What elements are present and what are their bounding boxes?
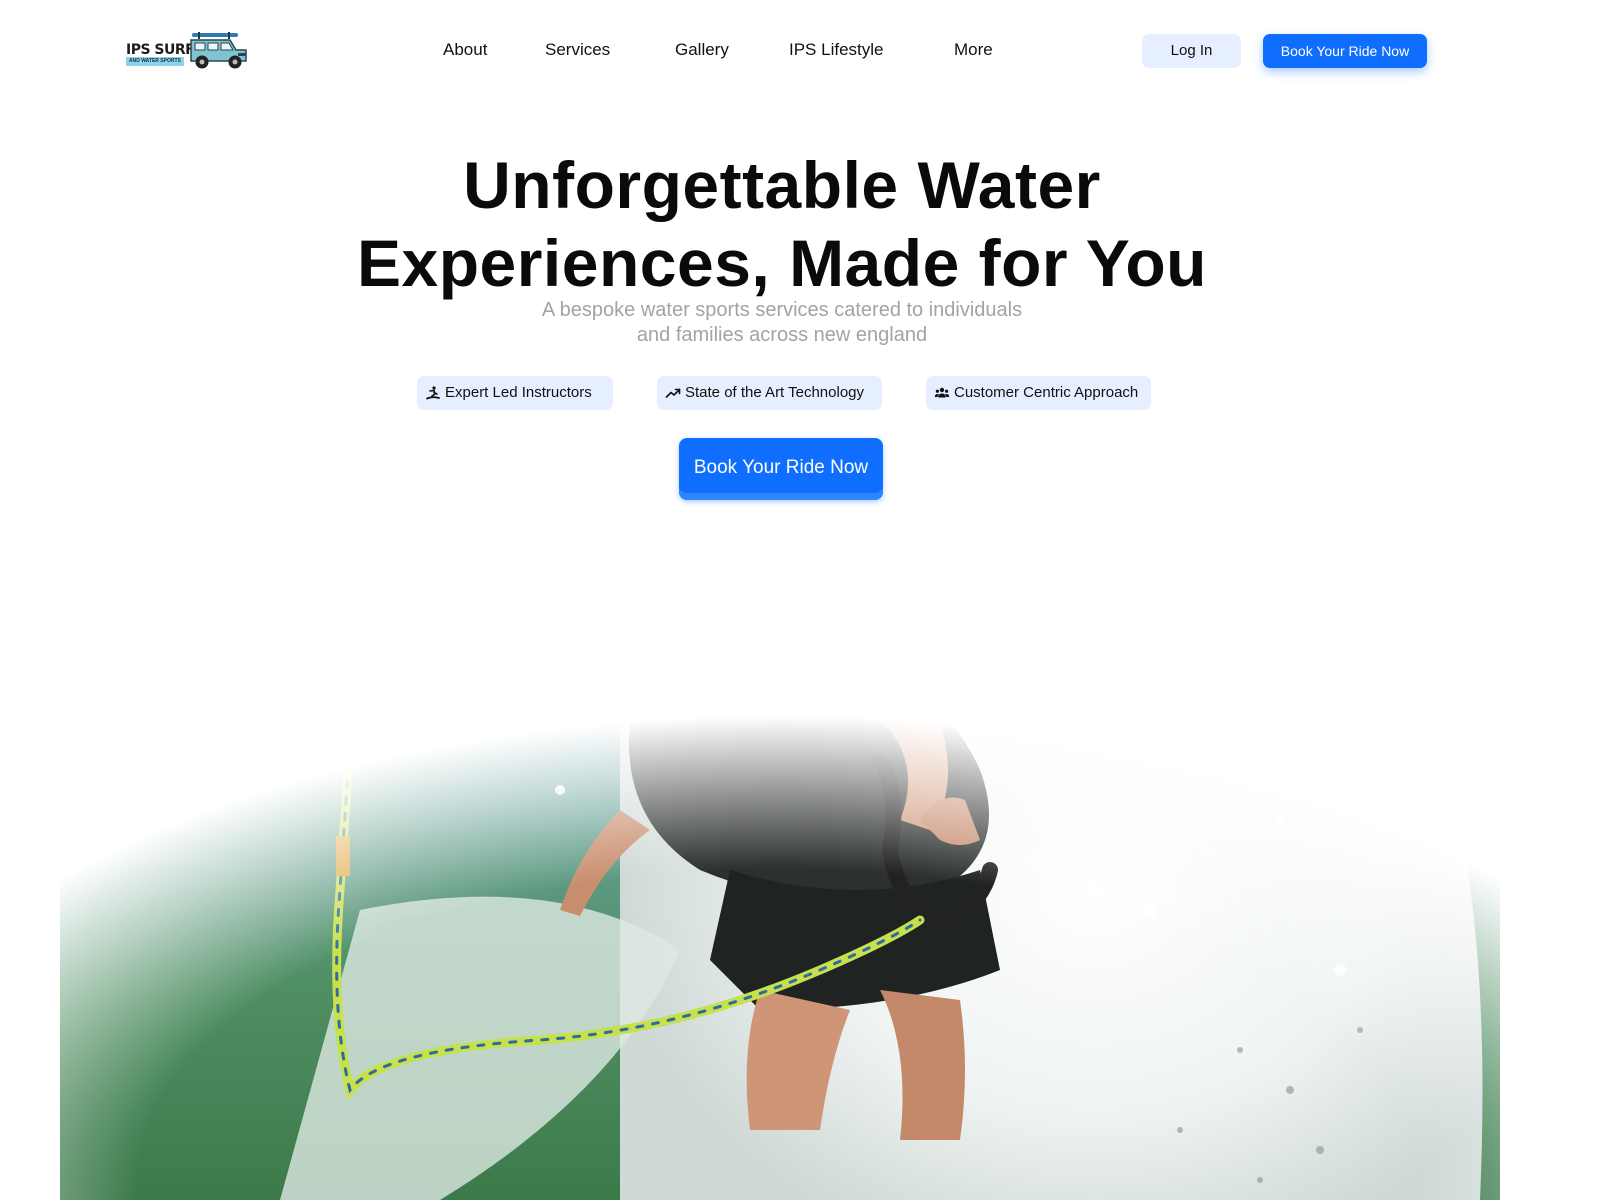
hero-subtitle-line-1: A bespoke water sports services catered … (541, 299, 1023, 321)
surfer-icon (426, 386, 440, 400)
hero-title-line-1: Unforgettable Water (463, 148, 1101, 222)
hero-title: Unforgettable Water Experiences, Made fo… (0, 146, 1564, 302)
nav-link-more[interactable]: More (954, 40, 993, 60)
nav-link-ips-lifestyle[interactable]: IPS Lifestyle (789, 40, 884, 60)
feature-pill-label: Customer Centric Approach (954, 384, 1139, 401)
nav-link-services[interactable]: Services (545, 40, 610, 60)
feature-pill-instructors: Expert Led Instructors (417, 376, 613, 410)
wakesurfer-photo (60, 490, 1500, 1200)
login-button[interactable]: Log In (1142, 34, 1241, 68)
hero-subtitle-line-2: and families across new england (636, 324, 928, 346)
feature-pill-customer: Customer Centric Approach (926, 376, 1151, 410)
nav-book-ride-button[interactable]: Book Your Ride Now (1263, 34, 1427, 68)
trending-up-icon (665, 388, 681, 398)
top-nav: IPS SURF AND WATER SPORTS About Services… (0, 0, 1600, 100)
nav-link-about[interactable]: About (443, 40, 487, 60)
nav-link-gallery[interactable]: Gallery (675, 40, 729, 60)
feature-pill-technology: State of the Art Technology (657, 376, 882, 410)
hero-subtitle: A bespoke water sports services catered … (0, 298, 1564, 348)
users-icon (934, 387, 950, 398)
hero-title-line-2: Experiences, Made for You (356, 226, 1207, 300)
feature-pill-label: Expert Led Instructors (445, 384, 592, 401)
feature-pill-label: State of the Art Technology (685, 384, 865, 401)
